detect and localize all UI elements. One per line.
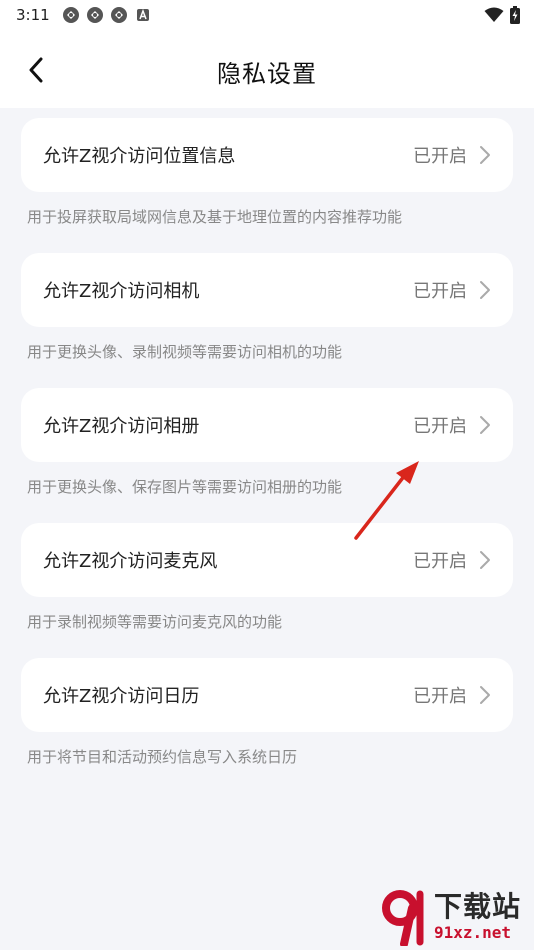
watermark-url: 91xz.net [434, 923, 512, 942]
camera-permission-row[interactable]: 允许Z视介访问相机 已开启 [21, 253, 513, 327]
setting-label: 允许Z视介访问相机 [43, 281, 200, 302]
privacy-settings-screen: 3:11 隐私设置 允许Z视介访问位置信息 已开启 用于投屏获取局域网信息及基于… [0, 0, 534, 950]
setting-label: 允许Z视介访问日历 [43, 686, 200, 707]
watermark-text: 下载站 91xz.net [434, 891, 521, 943]
location-permission-row[interactable]: 允许Z视介访问位置信息 已开启 [21, 118, 513, 192]
setting-description: 用于录制视频等需要访问麦克风的功能 [27, 613, 283, 631]
settings-list: 允许Z视介访问位置信息 已开启 用于投屏获取局域网信息及基于地理位置的内容推荐功… [0, 118, 534, 793]
chevron-right-icon [480, 551, 490, 569]
chevron-left-icon [29, 57, 43, 83]
chevron-right-icon [480, 281, 490, 299]
app-notification-icon [86, 7, 103, 23]
setting-label: 允许Z视介访问位置信息 [43, 146, 236, 167]
setting-status: 已开启 [413, 146, 467, 167]
status-time: 3:11 [16, 6, 50, 24]
setting-microphone: 允许Z视介访问麦克风 已开启 用于录制视频等需要访问麦克风的功能 [0, 523, 534, 658]
setting-description: 用于更换头像、保存图片等需要访问相册的功能 [27, 478, 343, 496]
navigation-bar: 隐私设置 [0, 40, 534, 102]
notification-icons [62, 6, 152, 24]
status-bar: 3:11 [0, 0, 534, 30]
setting-status: 已开启 [413, 416, 467, 437]
setting-description: 用于将节目和活动预约信息写入系统日历 [27, 748, 298, 766]
setting-camera: 允许Z视介访问相机 已开启 用于更换头像、录制视频等需要访问相机的功能 [0, 253, 534, 388]
page-title: 隐私设置 [217, 59, 317, 88]
status-right-icons [484, 6, 520, 24]
wifi-icon [484, 7, 504, 22]
chevron-right-icon [480, 416, 490, 434]
app-notification-icon [62, 7, 79, 23]
watermark: 下载站 91xz.net [380, 886, 530, 948]
watermark-logo-icon [382, 890, 424, 946]
top-bar: 3:11 隐私设置 [0, 0, 534, 108]
setting-status: 已开启 [413, 281, 467, 302]
album-permission-row[interactable]: 允许Z视介访问相册 已开启 [21, 388, 513, 462]
setting-status: 已开启 [413, 551, 467, 572]
chevron-right-icon [480, 146, 490, 164]
setting-location: 允许Z视介访问位置信息 已开启 用于投屏获取局域网信息及基于地理位置的内容推荐功… [0, 118, 534, 253]
setting-label: 允许Z视介访问麦克风 [43, 551, 218, 572]
setting-description: 用于投屏获取局域网信息及基于地理位置的内容推荐功能 [27, 208, 403, 226]
setting-status: 已开启 [413, 686, 467, 707]
setting-label: 允许Z视介访问相册 [43, 416, 200, 437]
setting-description: 用于更换头像、录制视频等需要访问相机的功能 [27, 343, 343, 361]
setting-album: 允许Z视介访问相册 已开启 用于更换头像、保存图片等需要访问相册的功能 [0, 388, 534, 523]
microphone-permission-row[interactable]: 允许Z视介访问麦克风 已开启 [21, 523, 513, 597]
chevron-right-icon [480, 686, 490, 704]
app-notification-icon [110, 7, 127, 23]
watermark-title: 下载站 [434, 890, 522, 923]
a-notification-icon [136, 8, 149, 21]
back-button[interactable] [18, 52, 54, 88]
setting-calendar: 允许Z视介访问日历 已开启 用于将节目和活动预约信息写入系统日历 [0, 658, 534, 793]
battery-charging-icon [510, 6, 520, 24]
calendar-permission-row[interactable]: 允许Z视介访问日历 已开启 [21, 658, 513, 732]
